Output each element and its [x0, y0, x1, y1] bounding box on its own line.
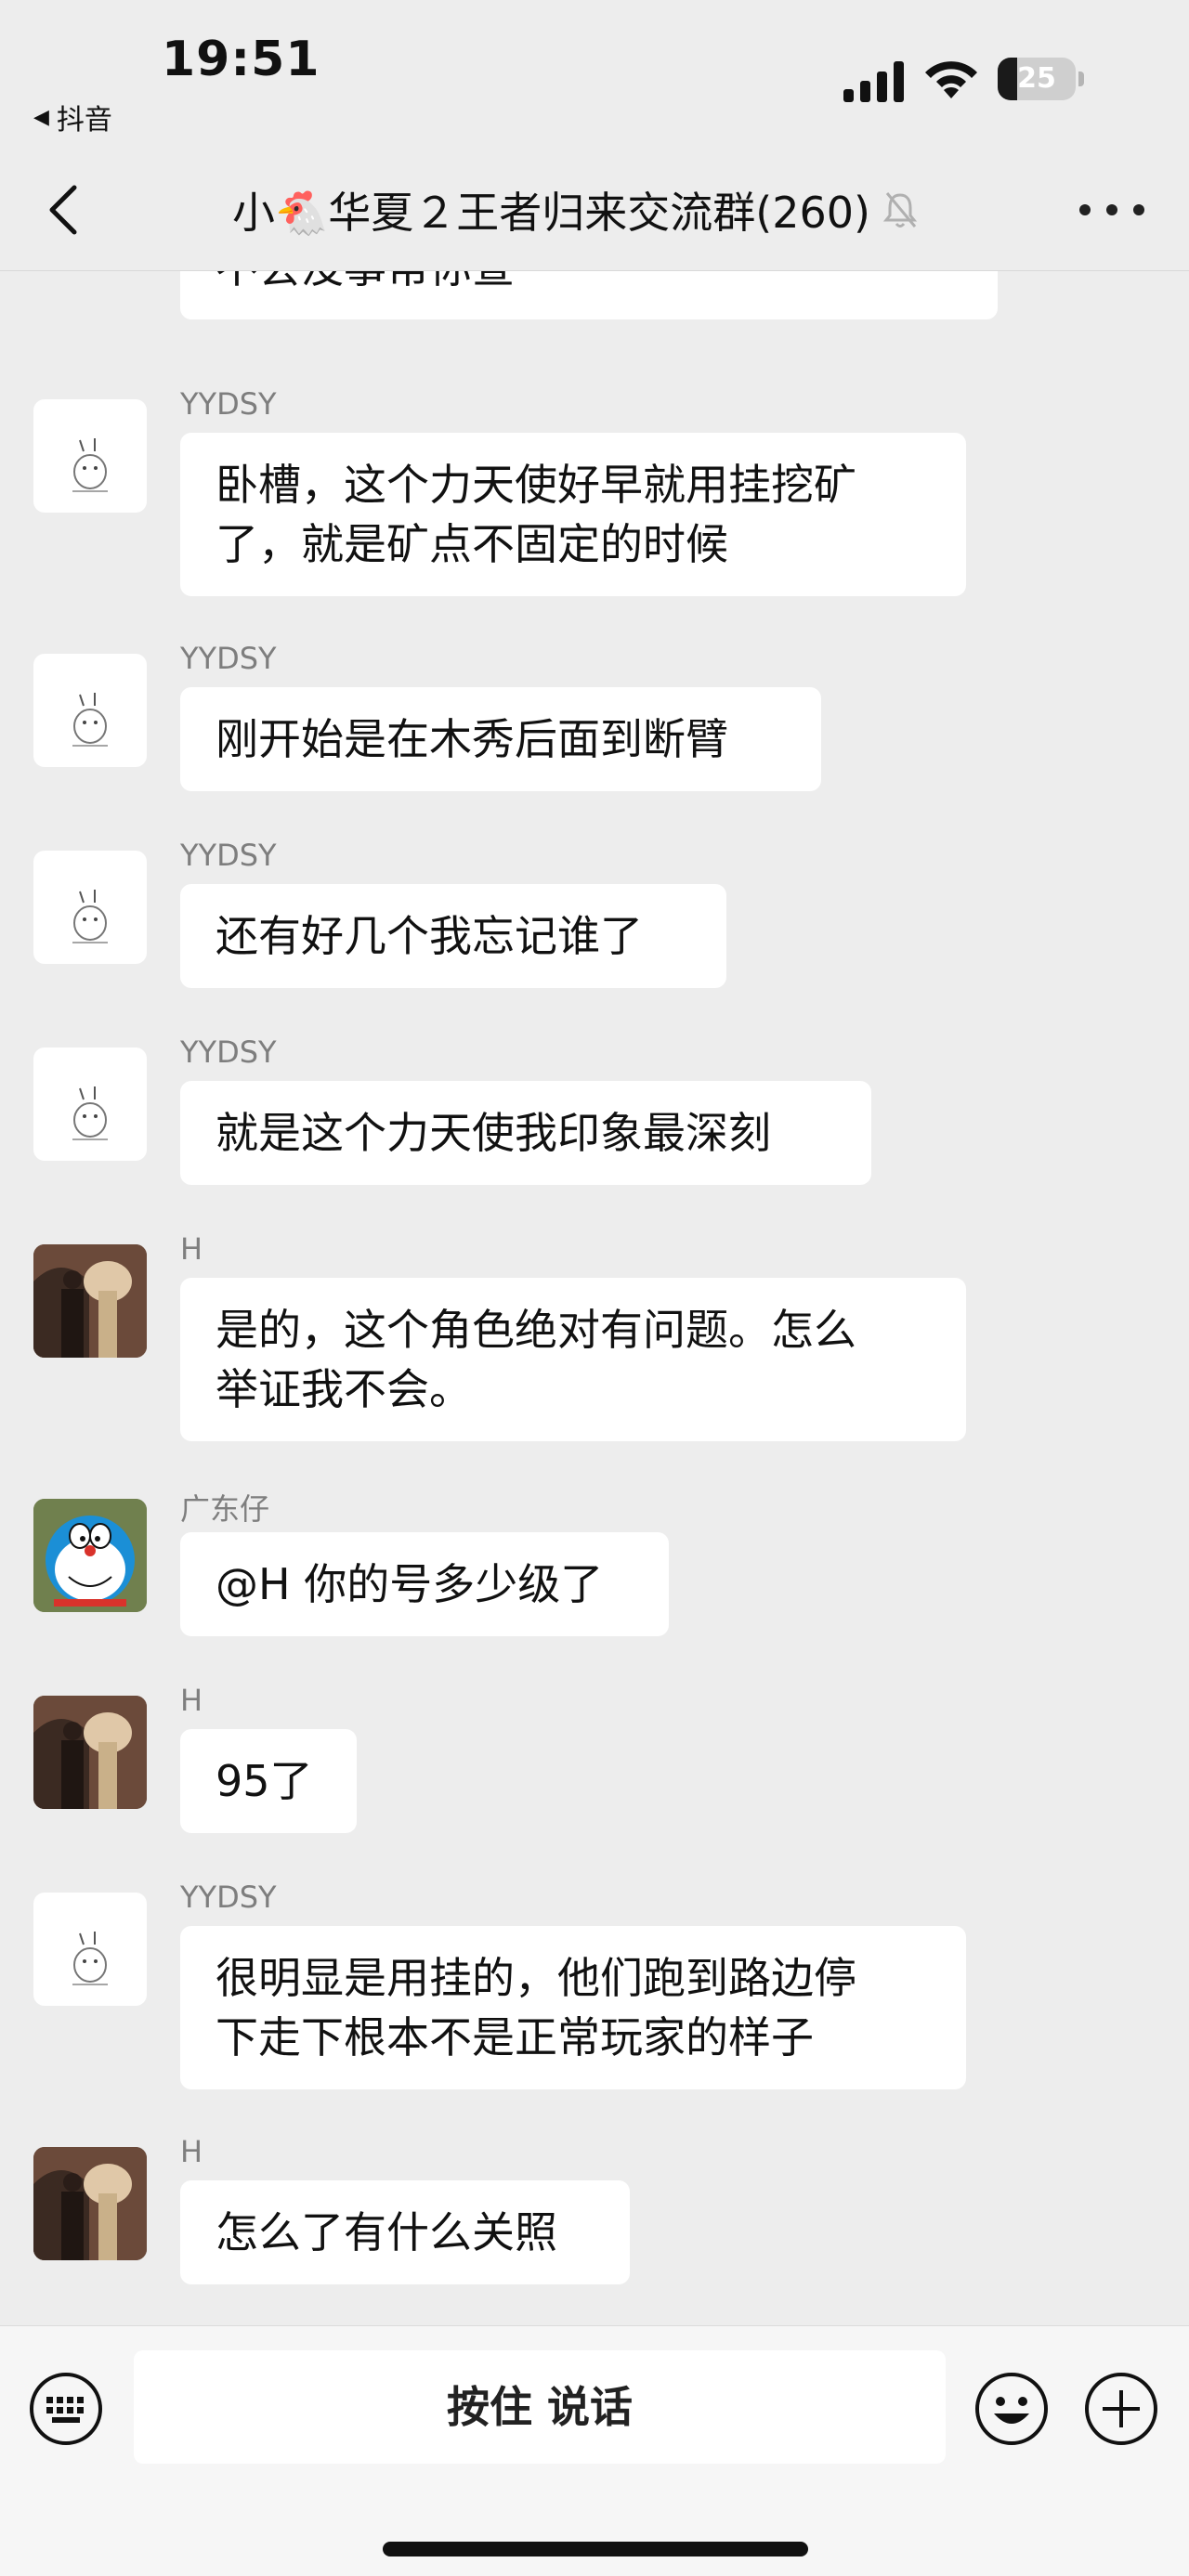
doraemon-avatar-icon	[33, 1499, 147, 1612]
person-photo-avatar-icon	[33, 1244, 147, 1358]
sender-avatar[interactable]	[33, 1499, 147, 1612]
person-photo-avatar-icon	[33, 2147, 147, 2260]
battery-indicator: 25	[998, 58, 1085, 100]
sender-name: YYDSY	[180, 641, 277, 676]
back-to-app-link[interactable]: ◀ 抖音	[33, 97, 112, 137]
sketch-rabbit-avatar-icon	[72, 1932, 108, 1985]
sender-avatar[interactable]	[33, 1244, 147, 1358]
sketch-rabbit-avatar-icon	[72, 1086, 108, 1140]
message-line: @H 你的号多少级了	[216, 1559, 604, 1609]
input-bar: 按住 说话	[0, 2325, 1189, 2576]
wifi-icon	[925, 61, 977, 98]
message-line: 了，就是矿点不固定的时候	[216, 519, 728, 569]
sender-avatar[interactable]	[33, 1696, 147, 1809]
sender-name: H	[180, 1231, 203, 1267]
message-bubble[interactable]: 95了	[180, 1729, 357, 1833]
sender-avatar[interactable]	[33, 851, 147, 964]
message-list[interactable]: 不会没事帮你查 YYDSY 卧槽，这个力天使好早就用挂挖矿 了，就是矿点不固定的…	[0, 271, 1189, 2325]
message-line: 下走下根本不是正常玩家的样子	[216, 2012, 814, 2062]
message-bubble[interactable]: 不会没事帮你查	[180, 271, 998, 319]
message-line: 95了	[216, 1756, 313, 1806]
sender-name: YYDSY	[180, 1034, 277, 1070]
emoji-icon[interactable]	[973, 2371, 1050, 2447]
message-line: 卧槽，这个力天使好早就用挂挖矿	[216, 460, 856, 510]
sender-name: YYDSY	[180, 838, 277, 873]
sender-name: YYDSY	[180, 386, 277, 422]
person-photo-avatar-icon	[33, 1696, 147, 1809]
sketch-rabbit-avatar-icon	[72, 438, 108, 492]
message-line: 举证我不会。	[216, 1364, 472, 1414]
message-line: 还有好几个我忘记谁了	[216, 911, 643, 961]
message-line: 刚开始是在木秀后面到断臂	[216, 714, 728, 764]
sender-avatar[interactable]	[33, 399, 147, 513]
plus-icon[interactable]	[1083, 2371, 1159, 2447]
sketch-rabbit-avatar-icon	[72, 890, 108, 943]
home-indicator[interactable]	[383, 2542, 808, 2556]
chat-title-area[interactable]: 小🐔华夏２王者归来交流群(260)	[232, 176, 1003, 243]
mute-bell-icon	[882, 192, 918, 228]
message-bubble[interactable]: 怎么了有什么关照	[180, 2180, 630, 2284]
message-line: 怎么了有什么关照	[216, 2207, 557, 2257]
message-line: 就是这个力天使我印象最深刻	[216, 1108, 771, 1158]
chat-header: 小🐔华夏２王者归来交流群(260)	[0, 149, 1189, 271]
keyboard-icon[interactable]	[28, 2371, 104, 2447]
sender-avatar[interactable]	[33, 1893, 147, 2006]
sketch-rabbit-avatar-icon	[72, 693, 108, 747]
message-bubble[interactable]: 刚开始是在木秀后面到断臂	[180, 687, 821, 791]
message-line: 很明显是用挂的，他们跑到路边停	[216, 1953, 856, 2003]
sender-name: 广东仔	[180, 1491, 270, 1527]
message-bubble[interactable]: 还有好几个我忘记谁了	[180, 884, 726, 988]
battery-percent: 25	[1017, 62, 1056, 95]
more-options-button[interactable]	[1079, 186, 1144, 234]
sender-name: YYDSY	[180, 1880, 277, 1915]
sender-name: H	[180, 2134, 203, 2169]
message-bubble[interactable]: @H 你的号多少级了	[180, 1532, 669, 1636]
hold-to-talk-button[interactable]: 按住 说话	[134, 2350, 946, 2464]
message-line: 是的，这个角色绝对有问题。怎么	[216, 1305, 856, 1355]
back-app-label: 抖音	[56, 104, 112, 137]
status-time: 19:51	[162, 32, 320, 87]
status-bar: 19:51 ◀ 抖音 25	[0, 0, 1189, 149]
message-bubble[interactable]: 是的，这个角色绝对有问题。怎么 举证我不会。	[180, 1278, 966, 1441]
sender-name: H	[180, 1683, 203, 1718]
message-bubble[interactable]: 就是这个力天使我印象最深刻	[180, 1081, 871, 1185]
back-triangle-icon: ◀	[33, 105, 49, 129]
message-line: 不会没事帮你查	[216, 271, 962, 297]
cellular-signal-icon	[843, 61, 904, 102]
sender-avatar[interactable]	[33, 654, 147, 767]
message-bubble[interactable]: 很明显是用挂的，他们跑到路边停 下走下根本不是正常玩家的样子	[180, 1926, 966, 2089]
back-arrow-icon[interactable]	[37, 180, 93, 240]
sender-avatar[interactable]	[33, 1047, 147, 1161]
sender-avatar[interactable]	[33, 2147, 147, 2260]
group-title: 小🐔华夏２王者归来交流群(260)	[232, 188, 870, 238]
message-bubble[interactable]: 卧槽，这个力天使好早就用挂挖矿 了，就是矿点不固定的时候	[180, 433, 966, 596]
